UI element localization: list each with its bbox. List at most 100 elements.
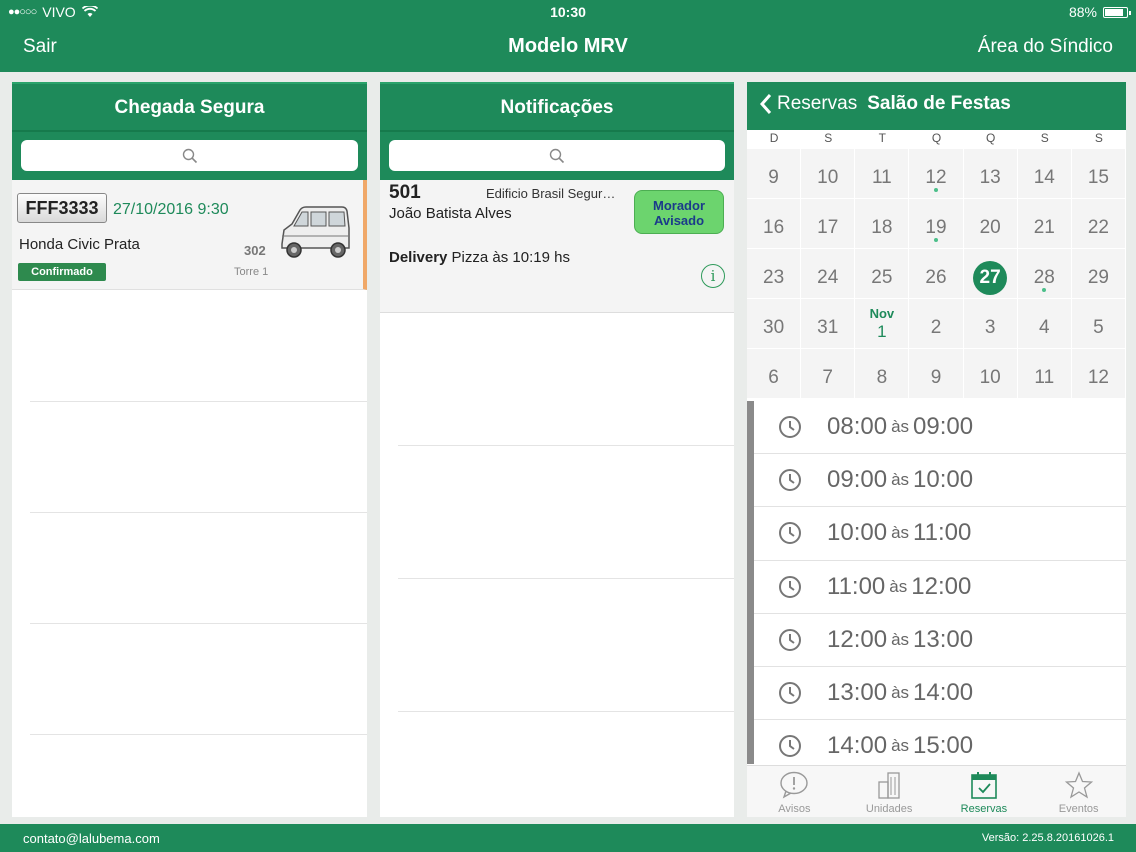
time-slot[interactable]: 08:00 às 09:00: [754, 401, 1126, 455]
calendar-day[interactable]: 29: [1071, 249, 1126, 299]
calendar-check-icon: [971, 772, 997, 799]
slot-separator: às: [891, 417, 910, 437]
arrival-list-item[interactable]: FFF3333 27/10/2016 9:30 Honda Civic Prat…: [12, 180, 367, 290]
search-icon: [549, 148, 565, 163]
tab-reservas[interactable]: Reservas: [937, 766, 1032, 817]
slot-start: 13:00: [827, 679, 888, 707]
slot-separator: às: [889, 576, 908, 596]
clock-icon: [779, 522, 801, 545]
manager-area-button[interactable]: Área do Síndico: [978, 36, 1113, 58]
slot-end: 13:00: [913, 625, 974, 653]
slot-end: 11:00: [913, 519, 972, 547]
car-icon: [281, 206, 350, 258]
time-slot[interactable]: 09:00 às 10:00: [754, 454, 1126, 508]
calendar-day[interactable]: 16: [747, 199, 802, 249]
app-title: Modelo MRV: [508, 35, 628, 57]
calendar-day[interactable]: 10: [801, 149, 856, 199]
calendar-day[interactable]: 21: [1017, 199, 1072, 249]
calendar-day[interactable]: 27: [963, 249, 1018, 299]
notifications-title: Notificações: [500, 97, 614, 118]
day-number: 31: [817, 317, 839, 338]
calendar-day[interactable]: 15: [1071, 149, 1126, 199]
time-slot[interactable]: 10:00 às 11:00: [754, 507, 1126, 561]
calendar-day[interactable]: 17: [801, 199, 856, 249]
weekday-label: S: [1094, 131, 1103, 145]
calendar-day[interactable]: 8: [855, 349, 910, 399]
calendar-day[interactable]: 30: [747, 299, 802, 349]
notification-list-item[interactable]: 501 Edificio Brasil Segurança João Batis…: [380, 180, 734, 313]
slot-start: 14:00: [827, 732, 888, 760]
battery-icon: [1103, 6, 1131, 18]
calendar-week: 30 31 Nov 1 2 3 4 5: [747, 299, 1126, 349]
calendar-day[interactable]: 22: [1071, 199, 1126, 249]
day-number: 4: [1038, 317, 1050, 338]
slot-end: 14:00: [913, 679, 974, 707]
logout-button[interactable]: Sair: [23, 36, 57, 58]
calendar-day[interactable]: 10: [963, 349, 1018, 399]
row-divider: [398, 578, 734, 579]
calendar-day[interactable]: 12: [909, 149, 964, 199]
calendar-day[interactable]: 5: [1071, 299, 1126, 349]
notifications-search-input[interactable]: [389, 140, 725, 171]
time-slot[interactable]: 12:00 às 13:00: [754, 614, 1126, 667]
tab-label: Eventos: [1058, 803, 1099, 815]
notification-type: Delivery: [389, 249, 448, 266]
calendar-day[interactable]: 11: [855, 149, 910, 199]
arrivals-panel: Chegada Segura FFF3333 27/10/2016 9:30 H…: [12, 82, 367, 817]
battery-percent: 88%: [1068, 4, 1097, 20]
calendar-day[interactable]: 18: [855, 199, 910, 249]
tower-label: Torre 1: [234, 266, 269, 278]
day-number: 21: [1033, 217, 1055, 238]
apartment-number: 302: [244, 243, 266, 258]
resident-notified-button[interactable]: Morador Avisado: [634, 190, 724, 234]
contact-email[interactable]: contato@lalubema.com: [23, 831, 160, 846]
row-divider: [30, 401, 367, 402]
clock-icon: [779, 682, 801, 705]
calendar-day[interactable]: 26: [909, 249, 964, 299]
calendar-day[interactable]: 7: [801, 349, 856, 399]
info-icon[interactable]: i: [701, 264, 725, 288]
slot-start: 12:00: [827, 625, 888, 653]
tab-unidades[interactable]: Unidades: [842, 766, 937, 817]
back-button[interactable]: Reservas Salão de Festas: [759, 93, 1011, 115]
calendar-day[interactable]: 14: [1017, 149, 1072, 199]
day-number: 22: [1087, 217, 1109, 238]
calendar-day[interactable]: 9: [909, 349, 964, 399]
day-number: 2: [930, 317, 942, 338]
day-number: 18: [871, 217, 893, 238]
calendar-day[interactable]: 20: [963, 199, 1018, 249]
time-slot[interactable]: 14:00 às 15:00: [754, 720, 1126, 764]
calendar-day[interactable]: 4: [1017, 299, 1072, 349]
calendar-day[interactable]: 3: [963, 299, 1018, 349]
calendar-day[interactable]: 9: [747, 149, 802, 199]
calendar-day[interactable]: 25: [855, 249, 910, 299]
tab-avisos[interactable]: Avisos: [747, 766, 842, 817]
day-number: 25: [871, 267, 893, 288]
navigation-bar: Sair Modelo MRV Área do Síndico: [0, 34, 1136, 62]
calendar-day[interactable]: 24: [801, 249, 856, 299]
calendar-day[interactable]: 19: [909, 199, 964, 249]
tab-eventos[interactable]: Eventos: [1031, 766, 1126, 817]
time-slot[interactable]: 13:00 às 14:00: [754, 667, 1126, 721]
day-number: 7: [822, 367, 833, 388]
notifications-panel: Notificações 501 Edificio Brasil Seguran…: [380, 82, 734, 817]
reservations-header: Reservas Salão de Festas: [747, 82, 1126, 130]
arrivals-search-input[interactable]: [21, 140, 358, 171]
notifications-header: Notificações: [380, 82, 734, 180]
calendar-day[interactable]: 28: [1017, 249, 1072, 299]
calendar-day[interactable]: 11: [1017, 349, 1072, 399]
day-number: 10: [979, 367, 1001, 388]
calendar-day[interactable]: 23: [747, 249, 802, 299]
calendar-day[interactable]: 12: [1071, 349, 1126, 399]
notification-message: Delivery Pizza às 10:19 hs: [389, 249, 570, 266]
calendar-day[interactable]: 2: [909, 299, 964, 349]
time-slot[interactable]: 11:00 às 12:00: [754, 561, 1126, 614]
day-number: 10: [817, 167, 839, 188]
calendar-day[interactable]: Nov 1: [855, 299, 910, 349]
calendar-day[interactable]: 6: [747, 349, 802, 399]
calendar-day[interactable]: 13: [963, 149, 1018, 199]
time-slot-list[interactable]: 08:00 às 09:00 09:00 às 10:00 10:00 às 11:00 11:0…: [747, 401, 1126, 764]
resident-name: João Batista Alves: [389, 205, 512, 222]
calendar-day[interactable]: 31: [801, 299, 856, 349]
apartment-number: 501: [389, 182, 421, 203]
